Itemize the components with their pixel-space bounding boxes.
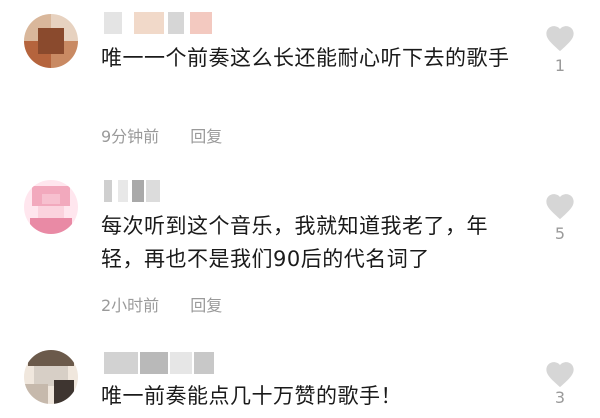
username-blurred[interactable] bbox=[104, 352, 216, 374]
comment-item: 唯一前奏能点几十万赞的歌手！ 3 bbox=[0, 0, 600, 418]
avatar[interactable] bbox=[24, 350, 78, 404]
like-button[interactable]: 3 bbox=[540, 358, 580, 407]
like-count: 3 bbox=[554, 388, 566, 407]
comment-text: 唯一前奏能点几十万赞的歌手！ bbox=[101, 384, 402, 408]
heart-icon bbox=[546, 362, 574, 388]
